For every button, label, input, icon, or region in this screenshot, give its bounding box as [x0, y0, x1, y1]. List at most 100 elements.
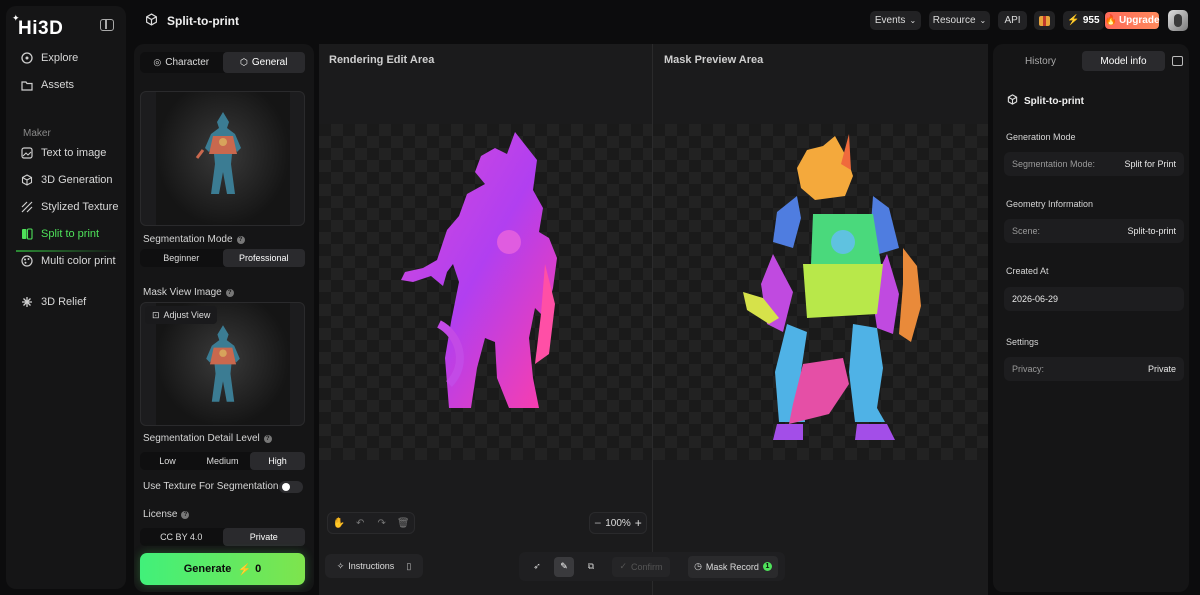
panel-tabs: ◎ Character ⬡ General	[140, 52, 305, 73]
texture-label: Use Texture For Segmentation ?	[143, 481, 291, 492]
label-text: License	[143, 509, 178, 520]
option-cc-by[interactable]: CC BY 4.0	[140, 528, 223, 546]
tab-general[interactable]: ⬡ General	[222, 52, 305, 73]
adjust-view-label: Adjust View	[163, 310, 211, 320]
mask-preview-canvas[interactable]	[653, 124, 988, 460]
hand-icon[interactable]: ✋	[328, 513, 350, 533]
settings-panel: ◎ Character ⬡ General Segmentation Mode …	[134, 44, 314, 592]
option-private[interactable]: Private	[222, 528, 305, 546]
trash-icon[interactable]: 🗑	[393, 513, 415, 533]
page-title-text: Split-to-print	[167, 14, 239, 28]
gift-button[interactable]	[1034, 11, 1055, 30]
help-icon[interactable]: ?	[225, 288, 234, 297]
help-icon[interactable]: ?	[263, 434, 272, 443]
tab-label: Character	[165, 57, 210, 68]
adjust-view-button[interactable]: ⊡ Adjust View	[145, 306, 218, 324]
chevron-down-icon: ⌄	[909, 16, 917, 25]
sidebar-item-3d-relief[interactable]: 3D Relief	[16, 291, 120, 313]
tab-character[interactable]: ◎ Character	[140, 52, 223, 73]
app-logo[interactable]: Hi3D	[18, 18, 63, 40]
tab-history[interactable]: History	[999, 51, 1082, 71]
canvas-area: Rendering Edit Area Mask Preview Area ✋ …	[319, 44, 988, 595]
cube-icon	[1007, 94, 1018, 108]
info-tabs: History Model info	[999, 51, 1165, 71]
gift-icon	[1039, 15, 1050, 26]
redo-icon[interactable]: ↷	[371, 513, 393, 533]
sidebar-item-label: Assets	[41, 79, 75, 91]
upgrade-label: Upgrade	[1118, 15, 1160, 26]
generation-mode-label: Generation Mode	[1006, 132, 1076, 142]
zoom-in-icon[interactable]: +	[635, 516, 642, 530]
image-icon	[20, 146, 34, 160]
label-text: Mask View Image	[143, 287, 222, 298]
brush-tool-icon[interactable]: ✎	[554, 556, 574, 577]
sidebar-item-label: Stylized Texture	[41, 201, 119, 213]
page-title: Split-to-print	[145, 13, 239, 29]
credits-count: 955	[1082, 15, 1100, 26]
row-key: Privacy:	[1012, 364, 1045, 374]
reference-image-preview	[156, 92, 290, 225]
adjust-icon: ⊡	[152, 309, 160, 320]
option-medium[interactable]: Medium	[195, 452, 250, 470]
rendering-edit-title: Rendering Edit Area	[329, 54, 435, 66]
sidebar-item-3d-generation[interactable]: 3D Generation	[16, 169, 120, 191]
panel-toggle-icon[interactable]	[1172, 56, 1183, 66]
sidebar-item-multi-color-print[interactable]: Multi color print	[16, 250, 120, 272]
character-icon: ◎	[153, 57, 162, 67]
mask-model	[743, 134, 921, 440]
events-dropdown[interactable]: Events ⌄	[870, 11, 921, 30]
eraser-tool-icon[interactable]: ⧉	[580, 557, 602, 577]
zoom-out-icon[interactable]: −	[594, 516, 601, 530]
resource-label: Resource	[932, 15, 976, 26]
privacy-row: Privacy: Private	[1004, 357, 1184, 381]
sparkle-icon: ✧	[336, 560, 345, 571]
generate-button[interactable]: Generate ⚡ 0	[140, 553, 305, 585]
palette-icon	[20, 254, 34, 268]
upgrade-button[interactable]: 🔥 Upgrade	[1105, 12, 1160, 29]
license-label: License ?	[143, 509, 190, 520]
sidebar-item-label: Explore	[41, 52, 79, 64]
option-beginner[interactable]: Beginner	[140, 249, 223, 267]
help-icon[interactable]: ?	[236, 235, 245, 244]
instructions-button[interactable]: ✧ Instructions	[337, 561, 395, 572]
reference-image[interactable]	[140, 91, 305, 226]
edit-toolbar: ✋ ↶ ↷ 🗑	[327, 512, 415, 534]
folder-icon	[20, 78, 34, 92]
sidebar-item-stylized-texture[interactable]: Stylized Texture	[16, 196, 120, 218]
lightning-icon: ⚡	[237, 563, 252, 576]
label-text: Segmentation Detail Level	[143, 433, 260, 444]
option-professional[interactable]: Professional	[222, 249, 305, 267]
sidebar-item-assets[interactable]: Assets	[16, 74, 120, 96]
tab-model-info[interactable]: Model info	[1082, 51, 1165, 71]
model-title: Split-to-print	[1007, 94, 1084, 108]
sidebar-item-label: Multi color print	[41, 255, 116, 267]
select-tool-icon[interactable]: ➶	[526, 557, 548, 577]
undo-icon[interactable]: ↶	[350, 513, 372, 533]
mask-record-button[interactable]: ◷ Mask Record 1	[688, 555, 778, 578]
avatar[interactable]	[1168, 10, 1188, 31]
detail-level-selector: Low Medium High	[140, 452, 305, 470]
texture-toggle[interactable]	[279, 481, 303, 493]
sidebar-item-explore[interactable]: Explore	[16, 47, 120, 69]
detail-level-label: Segmentation Detail Level ?	[143, 433, 272, 444]
resource-dropdown[interactable]: Resource ⌄	[929, 11, 990, 30]
zoom-control: − 100% +	[589, 512, 647, 534]
row-value: Split for Print	[1124, 159, 1176, 169]
help-icon[interactable]: ?	[181, 510, 190, 519]
rendering-canvas[interactable]	[319, 124, 652, 460]
api-button[interactable]: API	[998, 11, 1027, 30]
sidebar-item-split-to-print[interactable]: Split to print	[16, 223, 120, 245]
confirm-button[interactable]: ✓ Confirm	[612, 556, 670, 577]
segmentation-mode-selector: Beginner Professional	[140, 249, 305, 267]
option-low[interactable]: Low	[140, 452, 195, 470]
events-label: Events	[874, 15, 906, 26]
created-at-label: Created At	[1006, 266, 1049, 276]
credits-badge[interactable]: ⚡ 955	[1063, 11, 1104, 30]
option-high[interactable]: High	[250, 452, 305, 470]
mask-record-label: Mask Record	[705, 561, 759, 572]
sidebar-item-text-to-image[interactable]: Text to image	[16, 142, 120, 164]
split-icon	[20, 227, 34, 241]
book-icon[interactable]: ▯	[406, 561, 411, 572]
sidebar-collapse-icon[interactable]	[100, 19, 114, 31]
mask-view-image[interactable]: ⊡ Adjust View	[140, 302, 305, 426]
